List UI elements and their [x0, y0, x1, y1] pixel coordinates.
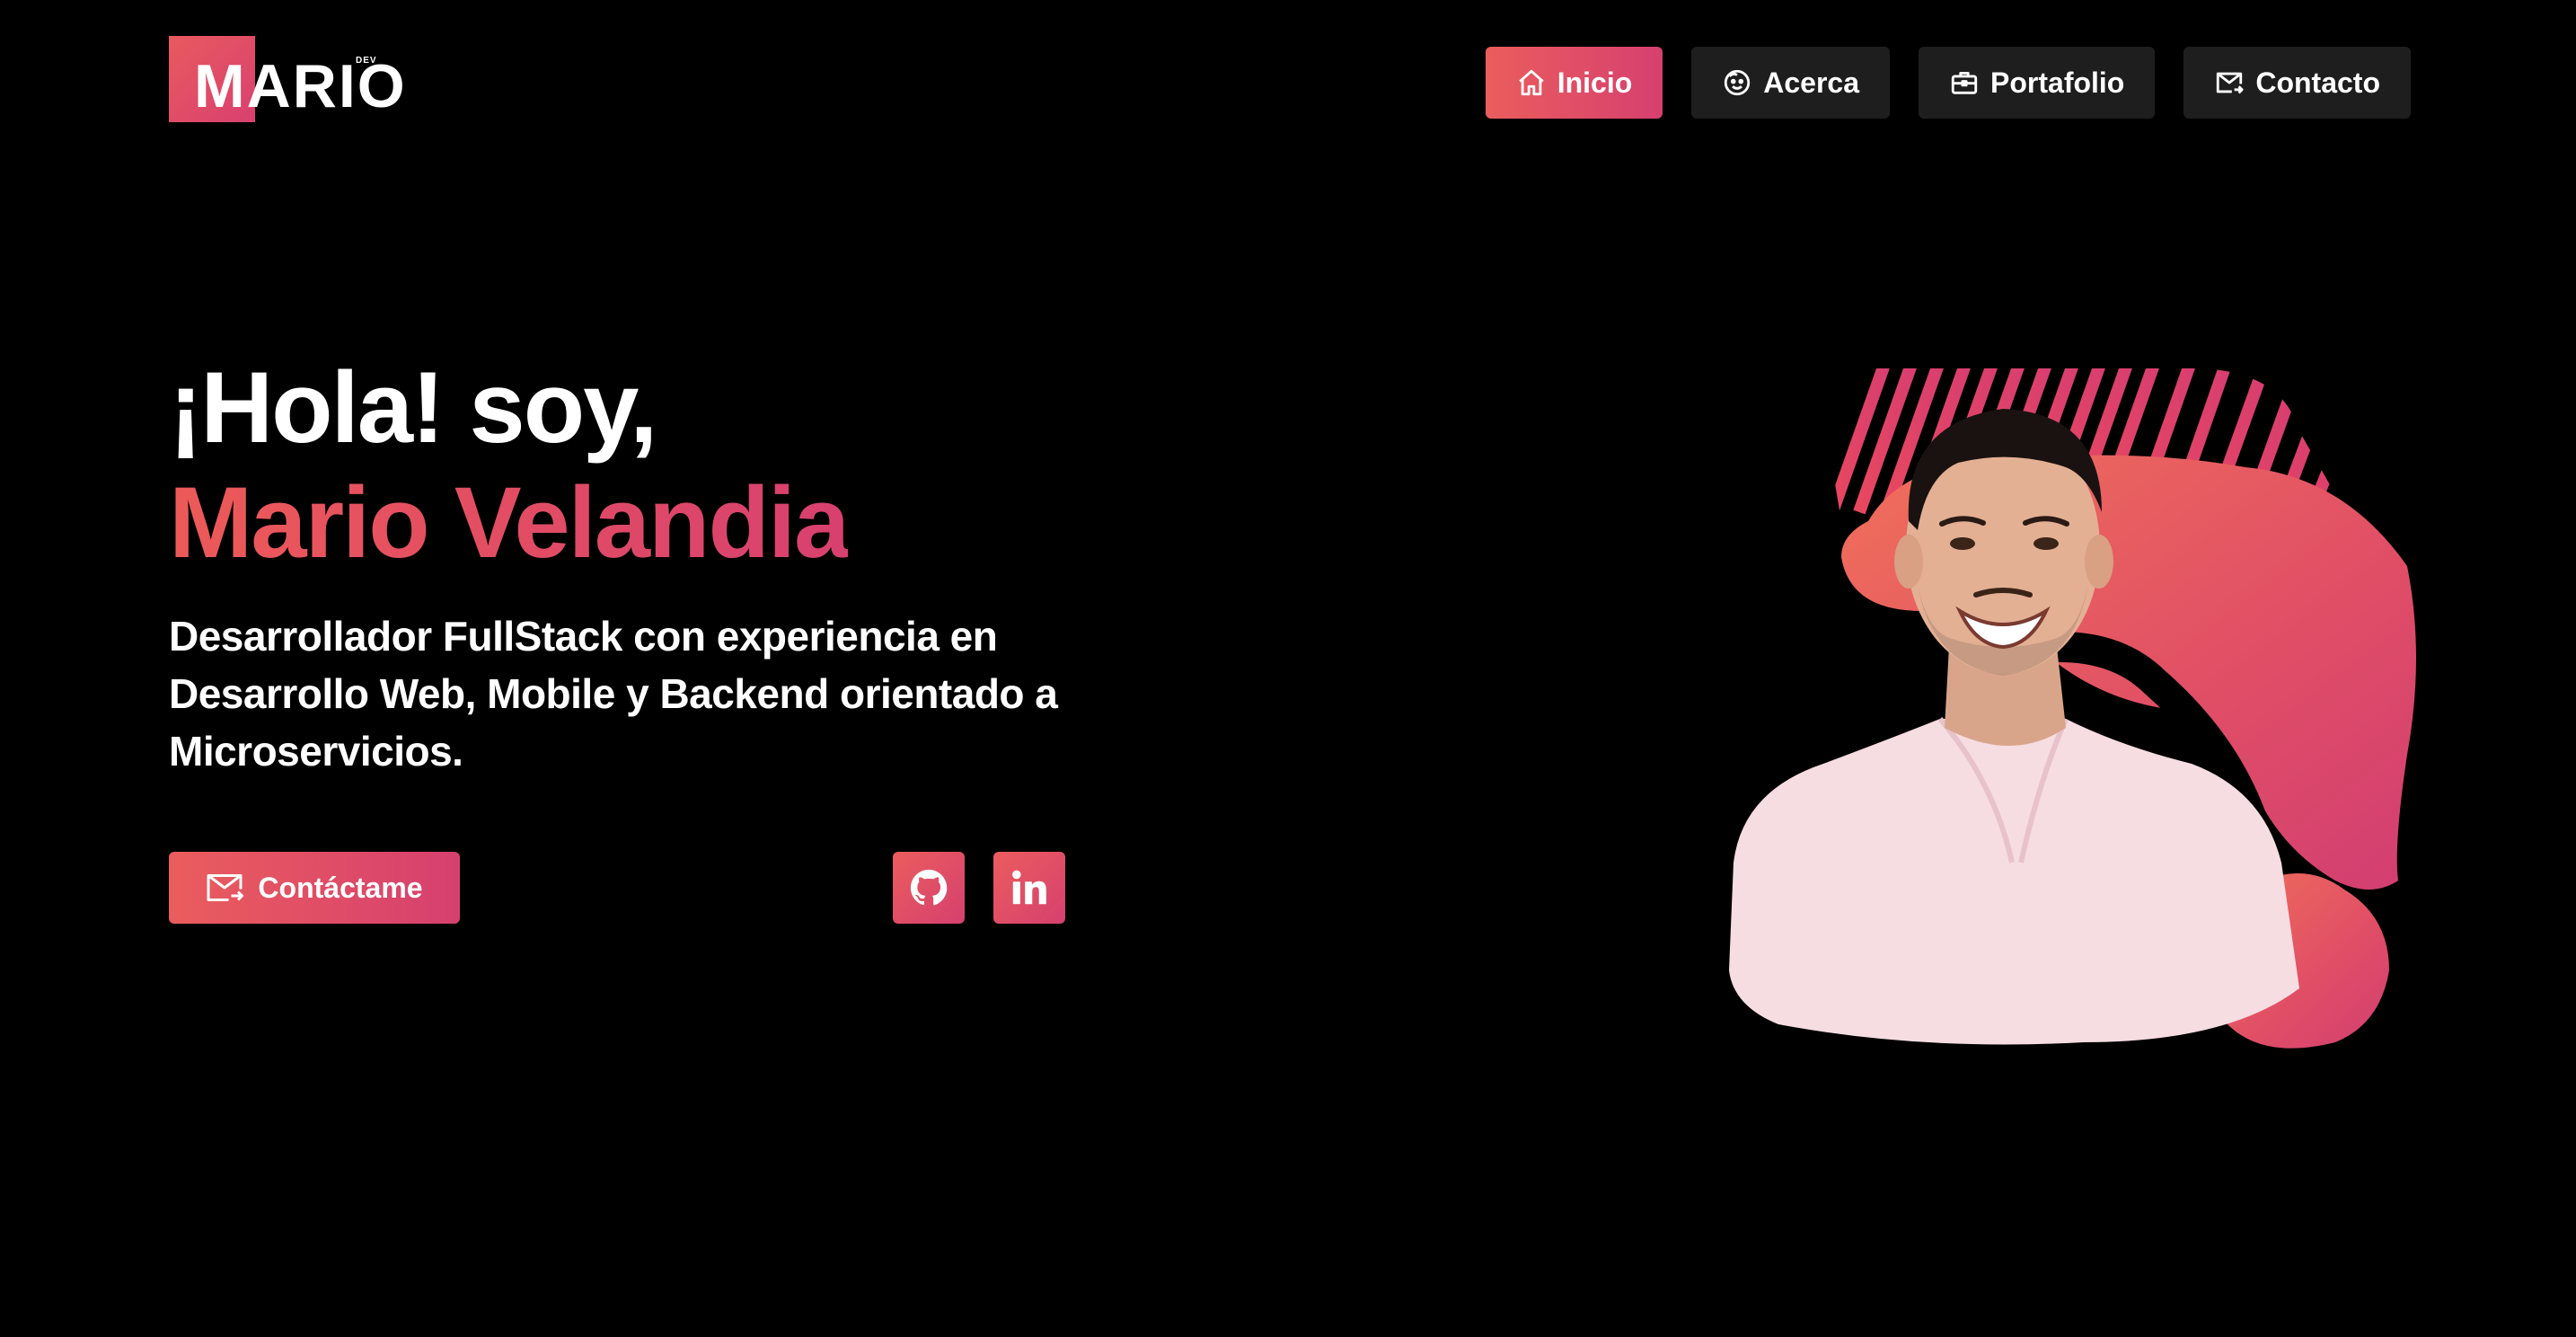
linkedin-link[interactable]: [993, 852, 1065, 924]
nav-inicio-label: Inicio: [1557, 66, 1633, 99]
github-link[interactable]: [893, 852, 965, 924]
main-nav: Inicio Acerca Portafolio Contacto: [1485, 47, 2411, 119]
briefcase-icon: [1951, 71, 1978, 94]
mail-icon: [2217, 72, 2244, 94]
nav-inicio-button[interactable]: Inicio: [1485, 47, 1663, 119]
nav-acerca-label: Acerca: [1763, 66, 1860, 99]
profile-illustration: [1729, 368, 2416, 1049]
contact-me-button[interactable]: Contáctame: [169, 852, 460, 924]
page: MARIO DEV Inicio Acerca Portafolio Conta…: [0, 0, 2576, 1337]
smile-icon: [1725, 69, 1751, 96]
mail-icon: [207, 874, 244, 901]
nav-contacto-button[interactable]: Contacto: [2183, 47, 2411, 119]
github-icon: [910, 869, 948, 906]
linkedin-icon: [1012, 870, 1046, 905]
hero-greeting: ¡Hola! soy,: [169, 351, 657, 464]
nav-portafolio-label: Portafolio: [1990, 66, 2125, 99]
home-icon: [1519, 69, 1544, 96]
hero-name: Mario Velandia: [169, 466, 850, 579]
contact-me-label: Contáctame: [258, 871, 423, 904]
hero-description: Desarrollador FullStack con experiencia …: [169, 613, 1058, 775]
nav-acerca-button[interactable]: Acerca: [1691, 47, 1891, 119]
nav-contacto-label: Contacto: [2255, 66, 2380, 99]
logo-subtitle: DEV: [356, 56, 377, 66]
logo[interactable]: MARIO DEV: [169, 36, 405, 122]
nav-portafolio-button[interactable]: Portafolio: [1919, 47, 2156, 119]
